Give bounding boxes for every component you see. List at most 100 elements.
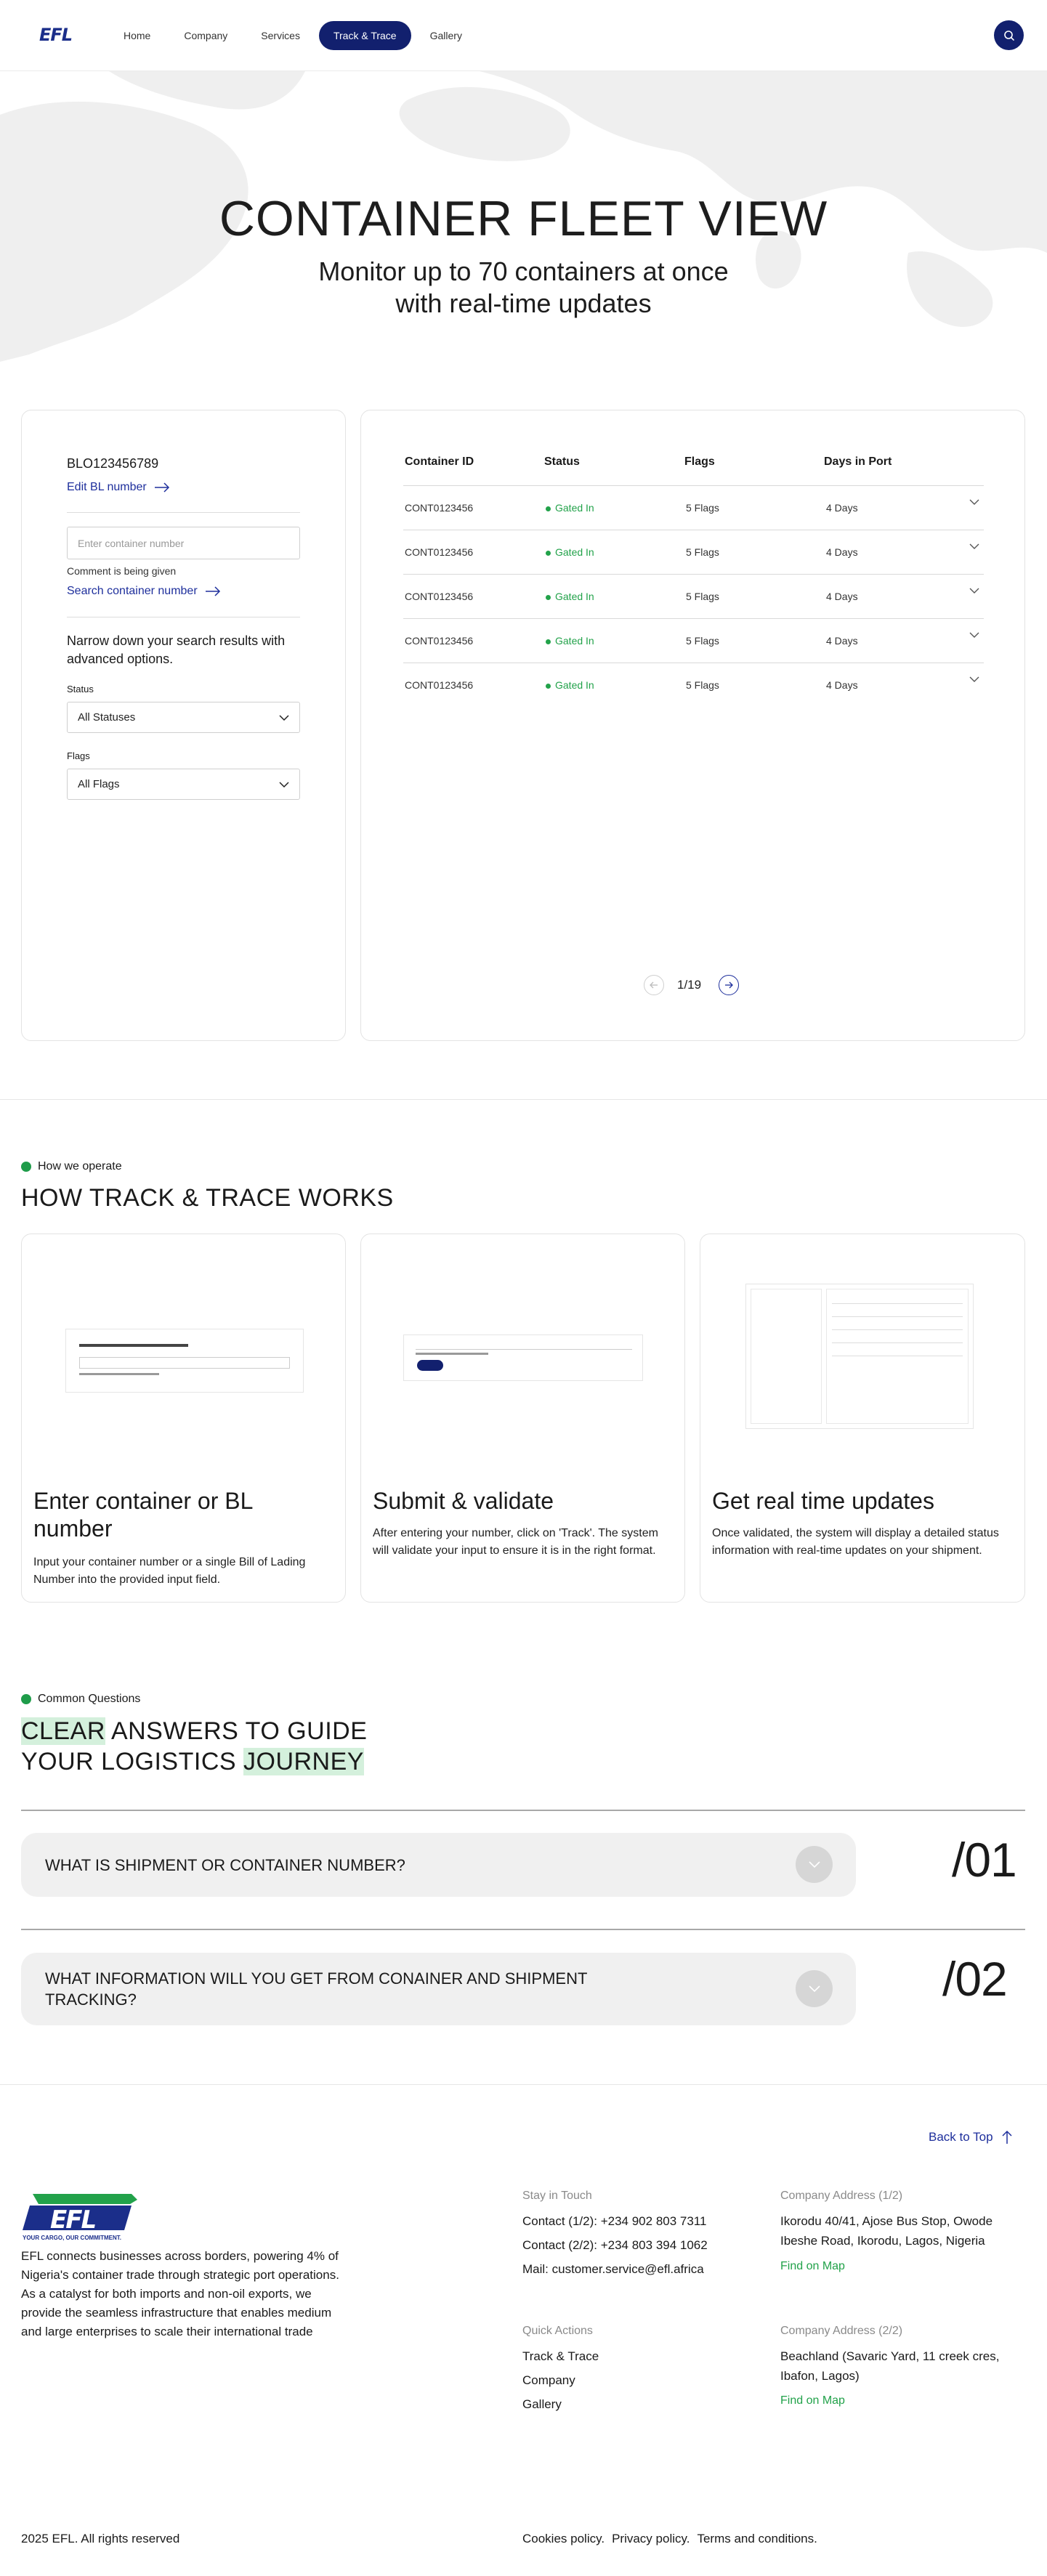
faq-title-highlight: JOURNEY: [243, 1748, 364, 1775]
footer-link-company[interactable]: Company: [522, 2370, 575, 2390]
chevron-down-icon: [808, 1861, 820, 1868]
input-comment: Comment is being given: [67, 565, 177, 577]
arrow-right-icon: [725, 981, 733, 989]
status-filter-value: All Statuses: [78, 711, 136, 724]
cookies-policy-link[interactable]: Cookies policy.: [522, 2529, 605, 2548]
status-badge: Gated In: [546, 635, 594, 647]
search-button[interactable]: [994, 20, 1024, 50]
container-id: CONT0123456: [405, 502, 474, 514]
footer-address-2: Beachland (Savaric Yard, 11 creek cres, …: [780, 2349, 1000, 2383]
days-in-port: 4 Days: [826, 635, 858, 647]
nav-track-trace[interactable]: Track & Trace: [318, 21, 411, 50]
chevron-down-icon: [808, 1985, 820, 1992]
section-label-faq: Common Questions: [21, 1693, 140, 1706]
site-header: EFL Home Company Services Track & Trace …: [0, 0, 1047, 71]
arrow-right-icon: [205, 586, 220, 596]
search-container-link[interactable]: Search container number: [67, 585, 221, 598]
prev-page-button[interactable]: [644, 975, 664, 995]
edit-bl-label: Edit BL number: [67, 481, 147, 493]
table-row[interactable]: CONT0123456 Gated In 5 Flags 4 Days: [403, 663, 984, 707]
chevron-down-icon: [279, 714, 289, 721]
faq-number: /02: [942, 1952, 1008, 2006]
faq-question-1[interactable]: WHAT IS SHIPMENT OR CONTAINER NUMBER?: [21, 1833, 856, 1897]
table-row[interactable]: CONT0123456 Gated In 5 Flags 4 Days: [403, 618, 984, 663]
how-title: HOW TRACK & TRACE WORKS: [21, 1184, 394, 1212]
next-page-button[interactable]: [719, 975, 739, 995]
status-filter-select[interactable]: All Statuses: [67, 702, 300, 733]
nav-company[interactable]: Company: [169, 21, 242, 50]
flags-filter-select[interactable]: All Flags: [67, 769, 300, 800]
container-number-input[interactable]: Enter container number: [67, 527, 300, 559]
table-row[interactable]: CONT0123456 Gated In 5 Flags 4 Days: [403, 574, 984, 618]
how-label-text: How we operate: [38, 1160, 122, 1172]
faq-divider: [21, 1810, 1025, 1811]
footer-contact-2[interactable]: Contact (2/2): +234 803 394 1062: [522, 2235, 708, 2255]
table-row[interactable]: CONT0123456 Gated In 5 Flags 4 Days: [403, 485, 984, 530]
arrow-left-icon: [650, 981, 658, 989]
hero-section: CONTAINER FLEET VIEW Monitor up to 70 co…: [0, 71, 1047, 362]
status-text: Gated In: [555, 635, 594, 647]
footer-address-1: Ikorodu 40/41, Ajose Bus Stop, Owode Ibe…: [780, 2214, 993, 2248]
days-in-port: 4 Days: [826, 591, 858, 602]
pagination-indicator: 1/19: [677, 978, 702, 992]
section-divider: [0, 1099, 1047, 1100]
chevron-down-icon[interactable]: [969, 543, 979, 549]
nav-services[interactable]: Services: [246, 21, 315, 50]
faq-question-text: WHAT INFORMATION WILL YOU GET FROM CONAI…: [45, 1969, 588, 2009]
table-row[interactable]: CONT0123456 Gated In 5 Flags 4 Days: [403, 530, 984, 574]
footer-logo-text: EFL: [50, 2206, 97, 2235]
main-nav: Home Company Services Track & Trace Gall…: [109, 21, 477, 50]
nav-gallery[interactable]: Gallery: [416, 21, 477, 50]
days-in-port: 4 Days: [826, 502, 858, 514]
find-on-map-link-1[interactable]: Find on Map: [780, 2260, 845, 2273]
nav-home[interactable]: Home: [109, 21, 165, 50]
step-card-2: Submit & validate After entering your nu…: [360, 1234, 685, 1603]
status-dot: [546, 594, 551, 600]
faq-question-2[interactable]: WHAT INFORMATION WILL YOU GET FROM CONAI…: [21, 1953, 856, 2025]
chevron-down-icon[interactable]: [969, 588, 979, 594]
green-dot-icon: [21, 1162, 31, 1172]
step-3-illustration: [745, 1284, 974, 1429]
section-divider: [0, 2084, 1047, 2085]
footer-link-track-trace[interactable]: Track & Trace: [522, 2346, 599, 2366]
step-1-illustration: [65, 1329, 304, 1393]
efl-logo[interactable]: EFL: [39, 25, 73, 45]
footer-link-gallery[interactable]: Gallery: [522, 2394, 562, 2414]
divider: [67, 512, 300, 513]
terms-link[interactable]: Terms and conditions.: [697, 2529, 817, 2548]
chevron-down-icon[interactable]: [969, 632, 979, 638]
footer-logo[interactable]: EFL YOUR CARGO, OUR COMMITMENT.: [23, 2190, 139, 2242]
faq-toggle-button[interactable]: [796, 1970, 833, 2007]
footer-about: EFL connects businesses across borders, …: [21, 2249, 339, 2338]
back-to-top-link[interactable]: Back to Top: [929, 2130, 1012, 2144]
faq-toggle-button[interactable]: [796, 1846, 833, 1883]
container-id: CONT0123456: [405, 591, 474, 602]
chevron-down-icon[interactable]: [969, 676, 979, 682]
find-on-map-link-2[interactable]: Find on Map: [780, 2394, 845, 2407]
footer-contact-1[interactable]: Contact (1/2): +234 902 803 7311: [522, 2211, 706, 2231]
step-description: After entering your number, click on 'Tr…: [373, 1527, 658, 1557]
footer-heading-address-1: Company Address (1/2): [780, 2190, 903, 2202]
edit-bl-link[interactable]: Edit BL number: [67, 481, 170, 494]
chevron-down-icon: [279, 781, 289, 787]
flags-filter-value: All Flags: [78, 778, 120, 790]
status-badge: Gated In: [546, 591, 594, 602]
step-title: Get real time updates: [712, 1488, 934, 1514]
step-card-1: Enter container or BL number Input your …: [21, 1234, 346, 1603]
policy-links: Cookies policy. Privacy policy. Terms an…: [522, 2529, 817, 2548]
flags-count: 5 Flags: [686, 502, 719, 514]
status-filter-label: Status: [67, 684, 94, 694]
container-id: CONT0123456: [405, 635, 474, 647]
status-badge: Gated In: [546, 546, 594, 558]
column-header-container-id: Container ID: [405, 455, 474, 468]
chevron-down-icon[interactable]: [969, 499, 979, 505]
days-in-port: 4 Days: [826, 546, 858, 558]
footer-mail[interactable]: Mail: customer.service@efl.africa: [522, 2259, 704, 2279]
faq-title: CLEAR ANSWERS TO GUIDE YOUR LOGISTICS JO…: [21, 1716, 367, 1777]
status-text: Gated In: [555, 546, 594, 558]
container-id: CONT0123456: [405, 546, 474, 558]
privacy-policy-link[interactable]: Privacy policy.: [612, 2529, 690, 2548]
status-dot: [546, 683, 551, 689]
flags-count: 5 Flags: [686, 635, 719, 647]
copyright: 2025 EFL. All rights reserved: [21, 2532, 180, 2545]
